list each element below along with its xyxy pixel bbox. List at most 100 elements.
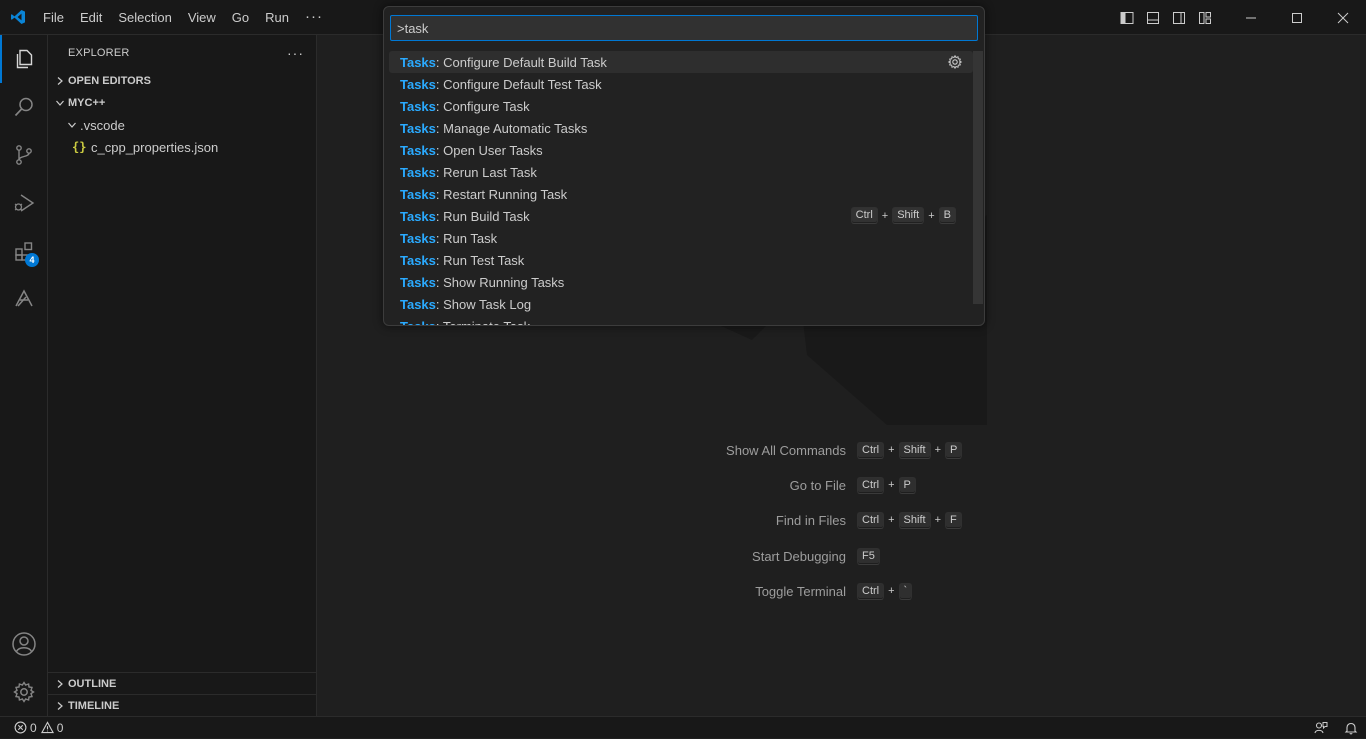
command-palette-scrollbar[interactable] [973,51,983,304]
customize-layout-icon[interactable] [1192,5,1218,31]
command-palette-item[interactable]: Tasks: Manage Automatic Tasks [389,117,973,139]
command-match-highlight: Tasks [400,164,436,180]
file-c-cpp-properties[interactable]: {} c_cpp_properties.json [48,136,316,158]
activity-bar: 4 [0,35,48,716]
command-match-highlight: Tasks [400,98,436,114]
command-palette-item[interactable]: Tasks: Show Running Tasks [389,271,973,293]
workspace-section[interactable]: MYC++ [48,92,316,114]
command-palette: Tasks: Configure Default Build TaskTasks… [383,6,985,326]
key: B [938,207,956,224]
toggle-panel-icon[interactable] [1140,5,1166,31]
command-keybinding: Ctrl + Shift + B [850,207,956,224]
command-palette-item[interactable]: Tasks: Run Build Task Ctrl + Shift + B [389,205,973,227]
error-icon [14,721,27,734]
command-palette-list: Tasks: Configure Default Build Task Tasks… [389,51,973,326]
status-bar: 0 0 [0,716,1366,738]
key: F5 [857,547,880,565]
feedback-icon[interactable] [1306,717,1336,739]
key: P [945,441,963,459]
command-match-highlight: Tasks [400,252,436,268]
error-count: 0 [30,720,37,735]
command-match-highlight: Tasks [400,318,436,326]
shortcut-keys: Ctrl + Shift + P [857,441,963,459]
key: Ctrl [857,511,885,529]
menu-view[interactable]: View [180,0,224,35]
open-editors-section[interactable]: OPEN EDITORS [48,70,316,92]
command-label: : Show Task Log [435,296,532,312]
chevron-right-icon [52,698,68,714]
accounts-icon[interactable] [0,620,48,668]
problems-status[interactable]: 0 0 [0,721,63,735]
command-palette-item[interactable]: Tasks: Terminate Task [389,315,973,326]
toggle-secondary-sidebar-icon[interactable] [1166,5,1192,31]
configure-keybinding-gear-icon[interactable] [947,54,963,70]
key: Ctrl [857,476,885,494]
explorer-icon[interactable] [0,35,48,83]
menu-run[interactable]: Run [257,0,297,35]
key: P [898,476,916,494]
command-palette-item[interactable]: Tasks: Show Task Log [389,293,973,315]
shortcut-keys: Ctrl + Shift + F [857,511,962,529]
explorer-title: EXPLORER [68,46,130,59]
shortcut-show-all-commands: Show All Commands Ctrl + Shift + P [0,441,1366,459]
workspace-label: MYC++ [68,97,106,109]
command-palette-item[interactable]: Tasks: Restart Running Task [389,183,973,205]
shortcut-start-debugging: Start Debugging F5 [0,547,1366,565]
warning-count: 0 [56,720,64,735]
key: F [945,511,962,529]
key: Shift [892,207,925,224]
menu-selection[interactable]: Selection [110,0,179,35]
shortcut-go-to-file: Go to File Ctrl + P [0,476,1366,494]
folder-vscode[interactable]: .vscode [48,114,316,136]
menu-edit[interactable]: Edit [72,0,110,35]
search-icon[interactable] [0,83,48,131]
timeline-label: TIMELINE [68,699,120,712]
chevron-right-icon [52,73,68,89]
command-label: : Show Running Tasks [435,274,565,290]
command-label: : Run Task [435,230,498,246]
command-palette-item[interactable]: Tasks: Run Test Task [389,249,973,271]
command-palette-input[interactable] [390,15,978,41]
close-icon[interactable] [1320,0,1366,35]
key: Ctrl [850,207,878,224]
shortcut-keys: Ctrl + ` [857,582,913,600]
maximize-icon[interactable] [1274,0,1320,35]
command-palette-item[interactable]: Tasks: Configure Default Test Task [389,73,973,95]
command-match-highlight: Tasks [400,274,436,290]
command-palette-item[interactable]: Tasks: Rerun Last Task [389,161,973,183]
extensions-icon[interactable]: 4 [0,227,48,275]
notifications-bell-icon[interactable] [1336,717,1366,739]
explorer-sidebar: EXPLORER ··· OPEN EDITORS MYC++ .vscode … [48,35,317,716]
menu-go[interactable]: Go [224,0,257,35]
command-match-highlight: Tasks [400,54,436,70]
timeline-section[interactable]: TIMELINE [48,694,316,716]
chevron-down-icon [52,95,68,111]
vscode-logo-icon [0,0,35,35]
remote-explorer-icon[interactable] [0,275,48,323]
outline-section[interactable]: OUTLINE [48,672,316,694]
explorer-more-actions-icon[interactable]: ··· [287,45,304,61]
explorer-header: EXPLORER ··· [48,35,316,70]
command-label: : Configure Task [435,98,530,114]
command-label: : Configure Default Build Task [435,54,607,70]
chevron-right-icon [52,676,68,692]
command-label: : Open User Tasks [435,142,543,158]
shortcut-label: Go to File [789,477,846,493]
command-label: : Run Test Task [435,252,525,268]
menu-more-icon[interactable]: ··· [297,0,331,35]
command-palette-item[interactable]: Tasks: Configure Default Build Task [389,51,973,73]
command-match-highlight: Tasks [400,76,436,92]
key: Ctrl [857,441,885,459]
source-control-icon[interactable] [0,131,48,179]
run-debug-icon[interactable] [0,179,48,227]
shortcut-label: Toggle Terminal [755,583,846,599]
command-label: : Rerun Last Task [435,164,537,180]
command-palette-item[interactable]: Tasks: Run Task [389,227,973,249]
minimize-icon[interactable] [1228,0,1274,35]
toggle-primary-sidebar-icon[interactable] [1114,5,1140,31]
key: Shift [898,511,931,529]
manage-gear-icon[interactable] [0,668,48,716]
command-palette-item[interactable]: Tasks: Open User Tasks [389,139,973,161]
command-palette-item[interactable]: Tasks: Configure Task [389,95,973,117]
menu-file[interactable]: File [35,0,72,35]
